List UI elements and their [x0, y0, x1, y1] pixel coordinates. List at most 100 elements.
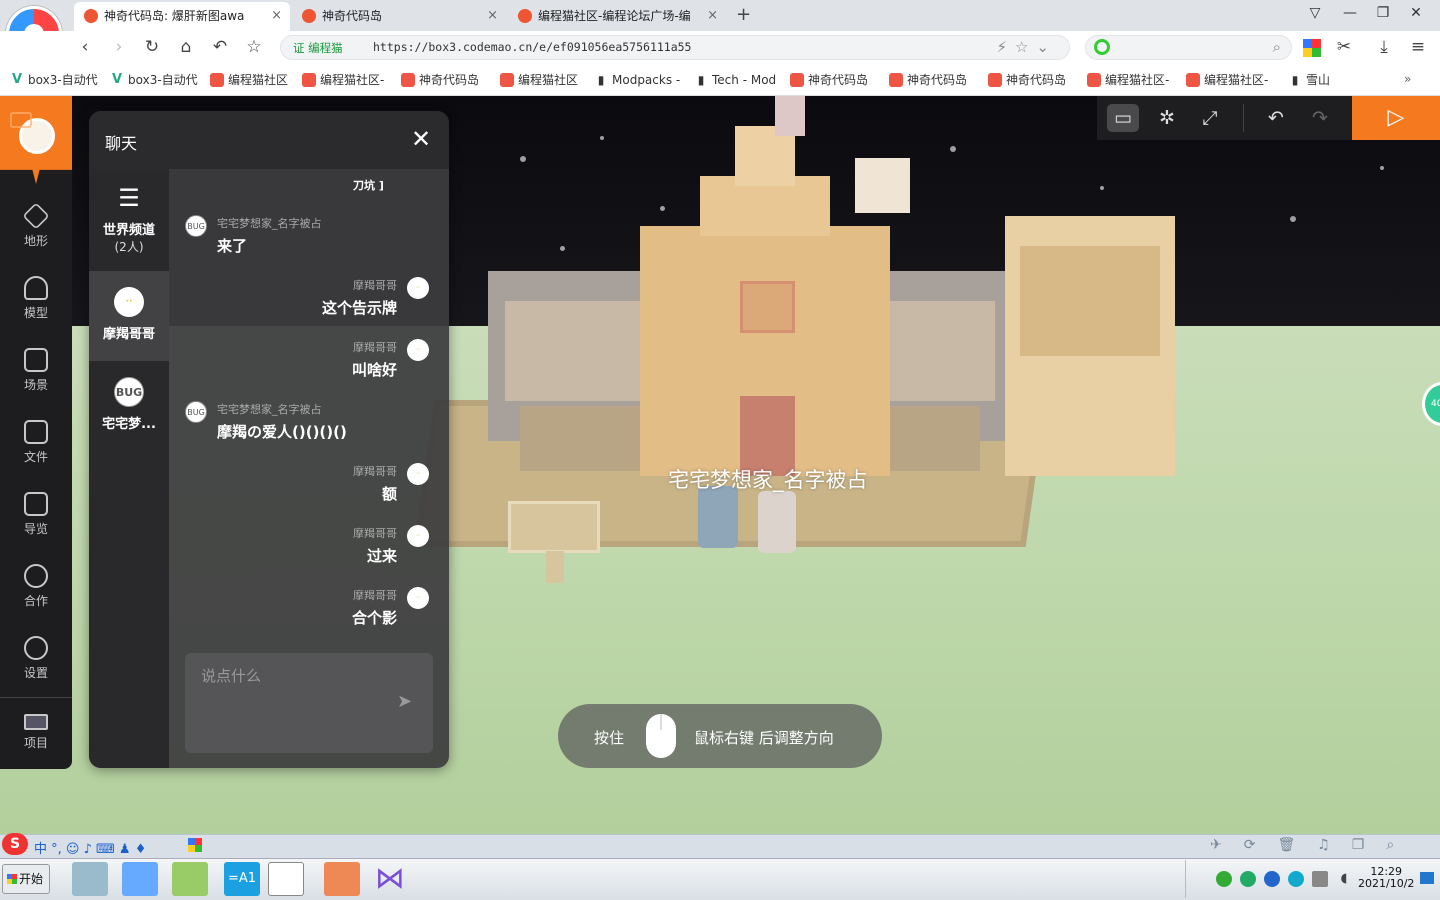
chat-toggle-icon[interactable]: ▭: [1107, 104, 1139, 132]
sidebar-item-guide[interactable]: 导览: [0, 492, 72, 537]
sidebar-divider: [0, 697, 72, 698]
active-window-icon[interactable]: [268, 862, 304, 896]
browser-tab-2[interactable]: 神奇代码岛 ×: [292, 2, 506, 31]
redo-icon[interactable]: ↷: [1304, 104, 1336, 132]
spreadsheet-app-tile[interactable]: =A1: [224, 862, 260, 896]
bookmark-item[interactable]: 编程猫社区: [210, 72, 288, 88]
search-box[interactable]: ⌕: [1085, 35, 1292, 60]
bookmarks-more[interactable]: »: [1404, 72, 1411, 86]
clock[interactable]: 12:29 2021/10/2: [1358, 866, 1414, 890]
message-list[interactable]: 刀坑 ] BUG 宅宅梦想家_名字被占 来了 ᐧᐧ 摩羯哥哥 这个告示牌 ᐧᐧ 摩羯哥哥叫…: [169, 169, 449, 649]
sidebar-item-model[interactable]: 模型: [0, 276, 72, 321]
tab-close-icon[interactable]: ×: [271, 2, 282, 30]
sidebar-item-scene[interactable]: 场景: [0, 348, 72, 393]
browser-tab-1[interactable]: 神奇代码岛: 爆肝新图awa ×: [74, 2, 290, 31]
minimize-icon[interactable]: —: [1339, 5, 1361, 25]
fullscreen-icon[interactable]: ⤢: [1194, 104, 1226, 132]
avatar: BUG: [185, 401, 207, 423]
cube-icon: [22, 202, 50, 230]
undo-close-icon[interactable]: ↶: [209, 36, 231, 58]
send-icon[interactable]: ➤: [397, 691, 412, 712]
site-cert-badge[interactable]: 证 编程猫: [293, 40, 343, 56]
bookmark-doc-icon: ▮: [1291, 73, 1299, 87]
chat-close-icon[interactable]: ✕: [411, 125, 431, 153]
chat-input[interactable]: 说点什么 ➤: [185, 653, 433, 753]
toolbar-divider: [1243, 104, 1244, 132]
address-bar[interactable]: 证 编程猫 https://box3.codemao.cn/e/ef091056…: [280, 35, 1070, 60]
tab-label: 神奇代码岛: [322, 9, 383, 23]
chat-message: ᐧᐧ 摩羯哥哥 这个告示牌: [169, 277, 429, 318]
apps-grid-icon[interactable]: [1303, 39, 1321, 57]
sidebar-item-terrain[interactable]: 地形: [0, 202, 72, 249]
channel-list: ☰ 世界频道 (2人) ᐧᐧ 摩羯哥哥 BUG 宅宅梦...: [89, 169, 169, 768]
shield-icon[interactable]: [1240, 871, 1256, 887]
hint-text-after: 鼠标右键 后调整方向: [694, 729, 834, 747]
chat-message: ᐧᐧ 摩羯哥哥 过来: [169, 525, 429, 566]
menu-icon[interactable]: ≡: [1407, 36, 1429, 58]
maximize-icon[interactable]: ❐: [1372, 5, 1394, 25]
home-icon[interactable]: ⌂: [175, 36, 197, 58]
terminal-icon[interactable]: [10, 112, 32, 128]
bookmark-item[interactable]: 编程猫社区-: [1087, 72, 1169, 88]
run-play-icon[interactable]: ▷: [1352, 96, 1440, 140]
bookmark-item[interactable]: ▮ Modpacks -: [594, 72, 681, 88]
reload-icon[interactable]: ↻: [141, 36, 163, 58]
tray-d-icon[interactable]: [1288, 871, 1304, 887]
channel-zhaizhai[interactable]: BUG 宅宅梦...: [89, 361, 169, 451]
tab-close-icon[interactable]: ×: [707, 2, 718, 30]
tray-app-icon[interactable]: [1216, 871, 1232, 887]
bookmark-item[interactable]: ▮ 雪山: [1288, 72, 1330, 88]
new-tab-plus-icon[interactable]: +: [736, 4, 751, 25]
bookmark-item[interactable]: ▮ Tech - Mod: [694, 72, 776, 88]
folder-icon: [24, 492, 48, 516]
volume-icon[interactable]: ◖: [1336, 871, 1352, 887]
network-icon[interactable]: [1264, 871, 1280, 887]
bookmark-star-icon[interactable]: ☆: [243, 36, 265, 58]
download-icon[interactable]: ⤓: [1373, 36, 1395, 58]
address-url[interactable]: https://box3.codemao.cn/e/ef091056ea5756…: [373, 40, 692, 54]
restore-tabs-icon[interactable]: ▽: [1304, 5, 1326, 25]
address-actions-icons[interactable]: ⚡☆⌄: [996, 38, 1057, 56]
chat-input-placeholder: 说点什么: [201, 667, 262, 685]
bookmark-favicon-icon: [302, 73, 316, 87]
tab-close-icon[interactable]: ×: [487, 2, 498, 30]
channel-world[interactable]: ☰ 世界频道 (2人): [89, 183, 169, 271]
show-desktop-icon[interactable]: [1420, 872, 1434, 884]
sidebar-item-collab[interactable]: 合作: [0, 564, 72, 609]
bookmark-item[interactable]: 编程猫社区-: [1186, 72, 1268, 88]
browser-tab-3[interactable]: 编程猫社区-编程论坛广场-编 ×: [508, 2, 726, 31]
back-icon[interactable]: ‹: [74, 36, 96, 58]
sidebar-item-files[interactable]: 文件: [0, 420, 72, 465]
computer-app-icon[interactable]: [122, 862, 158, 896]
notepad-app-icon[interactable]: [172, 862, 208, 896]
window-close-icon[interactable]: ✕: [1405, 5, 1427, 25]
search-icon[interactable]: ⌕: [1273, 38, 1281, 56]
bookmark-favicon-icon: [210, 73, 224, 87]
bookmark-item[interactable]: Vbox3-自动代: [10, 72, 98, 88]
ime-right-icons[interactable]: ✈⟳🗑♫❐⌕: [1210, 837, 1416, 853]
forward-icon[interactable]: ›: [108, 36, 130, 58]
computer-tray-icon[interactable]: [1312, 871, 1328, 887]
sidebar-item-project[interactable]: 项目: [0, 714, 72, 751]
ime-mode-icon[interactable]: 中 °, ☺ ♪ ⌨ ♟ ♦: [34, 838, 146, 857]
bookmark-item[interactable]: 神奇代码岛: [988, 72, 1066, 88]
start-button[interactable]: 开始: [2, 864, 50, 894]
bookmark-item[interactable]: 神奇代码岛: [790, 72, 868, 88]
sidebar-item-settings[interactable]: 设置: [0, 636, 72, 681]
bookmark-item[interactable]: 神奇代码岛: [401, 72, 479, 88]
codemao-app-icon[interactable]: [324, 862, 360, 896]
bookmark-item[interactable]: 编程猫社区-: [302, 72, 384, 88]
channel-mojie[interactable]: ᐧᐧ 摩羯哥哥: [89, 271, 169, 361]
ime-skin-icon[interactable]: [188, 838, 202, 852]
calculator-app-icon[interactable]: [72, 862, 108, 896]
tab-favicon-icon: [302, 9, 316, 23]
bookmark-item[interactable]: Vbox3-自动代: [110, 72, 198, 88]
avatar: BUG: [185, 215, 207, 237]
bookmark-item[interactable]: 神奇代码岛: [889, 72, 967, 88]
debug-bug-icon[interactable]: ✲: [1151, 104, 1183, 132]
scissors-icon[interactable]: ✂: [1333, 36, 1355, 58]
visual-studio-icon[interactable]: ⋈: [372, 862, 408, 896]
bookmark-item[interactable]: 编程猫社区: [500, 72, 578, 88]
sogou-ime-icon[interactable]: S: [2, 833, 28, 855]
undo-icon[interactable]: ↶: [1260, 104, 1292, 132]
